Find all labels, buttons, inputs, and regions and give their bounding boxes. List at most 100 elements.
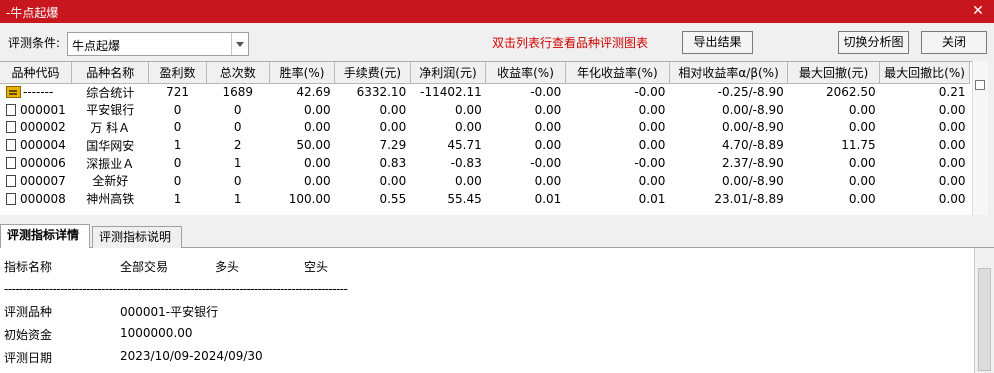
column-header-max-drawdown-ratio[interactable]: 最大回撤比(%) [879,62,970,84]
table-cell-ret: -0.00 [486,83,566,101]
column-header-fee[interactable]: 手续费(元) [334,62,411,84]
export-results-button[interactable]: 导出结果 [682,31,753,54]
column-header-return[interactable]: 收益率(%) [485,62,566,84]
detail-value-symbol: 000001-平安银行 [120,305,219,319]
cell-text: 0.21 [938,85,966,100]
table-cell-name: 神州高铁 [71,190,149,208]
cell-text: 0 [173,102,182,117]
table-cell-profit: 0.00 [410,172,486,190]
cell-text: 0 [233,102,242,117]
table-cell-winrate: 0.00 [269,172,334,190]
tab-indicator-explanation[interactable]: 评测指标说明 [92,226,182,248]
column-header-code[interactable]: 品种代码 [0,62,72,84]
document-icon [6,174,16,187]
table-cell-profit: -0.83 [410,154,486,172]
cell-text: 55.45 [447,191,482,206]
window-close-icon[interactable]: ✕ [970,2,986,20]
table-row[interactable]: 000001 平安银行 0 0 0.00 0.00 0.00 0.00 0.00 0.00/-8.… [0,101,970,119]
table-cell-total: 1 [206,154,269,172]
detail-value-date: 2023/10/09-2024/09/30 [120,349,263,363]
table-cell-ret: 0.01 [486,190,566,208]
cell-text: 2062.50 [825,85,876,100]
table-cell-maxdd: 11.75 [788,136,880,154]
detail-panel[interactable]: 指标名称 全部交易 多头 空头 ------------------------… [0,248,974,373]
cell-text: -0.00 [634,85,666,100]
table-cell-wins: 1 [149,190,206,208]
detail-header-long: 多头 [215,260,240,274]
table-cell-total: 2 [206,136,269,154]
table-cell-winrate: 0.00 [269,154,334,172]
cell-text: 0.00 [534,138,562,153]
cell-text: 0.00 [455,173,482,188]
table-cell-relative: -0.25/-8.90 [669,83,787,101]
column-header-total[interactable]: 总次数 [206,62,270,84]
cell-text: 0.00 [848,173,876,188]
table-cell-winrate: 100.00 [269,190,334,208]
table-cell-fee: 6332.10 [335,83,411,101]
column-header-relative-return[interactable]: 相对收益率α/β(%) [669,62,789,84]
table-cell-relative: 2.37/-8.90 [669,154,787,172]
table-cell-ret: 0.00 [486,119,566,137]
cell-text: 0 [173,156,182,171]
cell-text: 0.00 [534,102,562,117]
main-window: -牛点起爆 ✕ 评测条件: 牛点起爆 双击列表行查看品种评测图表 导出结果 切换… [0,0,994,373]
cell-text: 2 [233,138,242,153]
table-cell-fee: 0.00 [335,101,411,119]
column-header-name[interactable]: 品种名称 [71,62,150,84]
cell-text: 0.00 [638,120,666,135]
cell-text: 0.00 [303,156,331,171]
results-table[interactable]: 品种代码 品种名称 盈利数 总次数 胜率(%) 手续费(元) 净利润(元) 收益… [0,61,972,215]
cell-text: 0.00 [848,120,876,135]
chevron-down-icon[interactable] [231,33,248,55]
column-header-wins[interactable]: 盈利数 [148,62,207,84]
detail-scrollbar[interactable] [974,248,994,373]
table-row[interactable]: ------- 综合统计 721 1689 42.69 6332.10 -11402.11 -… [0,83,970,101]
cell-text: 0.00 [303,120,331,135]
table-cell-relative: 0.00/-8.90 [669,172,787,190]
table-cell-relative: 23.01/-8.89 [669,190,787,208]
tab-indicator-details[interactable]: 评测指标详情 [0,224,90,249]
table-cell-ret: 0.00 [486,136,566,154]
table-row[interactable]: 000006 深振业Ａ 0 1 0.00 0.83 -0.83 -0.00 -0.00 2.37/… [0,154,970,172]
cell-text: 0.00 [379,173,407,188]
cell-text: 0.55 [379,191,407,206]
cell-text: 0.00/-8.90 [721,120,784,135]
table-cell-total: 0 [206,172,269,190]
table-cell-annual: -0.00 [565,154,669,172]
table-corner-checkbox[interactable] [975,80,985,90]
column-header-max-drawdown[interactable]: 最大回撤(元) [787,62,881,84]
column-header-profit[interactable]: 净利润(元) [410,62,487,84]
cell-text: 0.00/-8.90 [721,173,784,188]
column-header-winrate[interactable]: 胜率(%) [269,62,336,84]
table-cell-maxddr: 0.00 [880,101,970,119]
condition-select[interactable]: 牛点起爆 [67,32,249,56]
table-cell-maxdd: 0.00 [788,119,880,137]
table-cell-maxddr: 0.00 [880,136,970,154]
title-bar: -牛点起爆 ✕ [0,0,994,23]
table-row[interactable]: 000008 神州高铁 1 1 100.00 0.55 55.45 0.01 0.01 23.01… [0,190,970,208]
table-row[interactable]: 000007 全新好 0 0 0.00 0.00 0.00 0.00 0.00 0.00/-8.9… [0,172,970,190]
detail-scrollbar-thumb[interactable] [978,268,991,371]
cell-text: 11.75 [841,138,876,153]
table-cell-code: ------- [0,83,71,101]
close-button[interactable]: 关闭 [921,31,987,54]
cell-text: 23.01/-8.89 [714,191,784,206]
cell-text: 721 [166,85,189,100]
switch-chart-button[interactable]: 切换分析图 [838,31,909,54]
cell-text: 全新好 [92,174,129,189]
table-cell-name: 平安银行 [71,101,149,119]
cell-text: 万 科Ａ [90,120,131,135]
table-cell-maxdd: 0.00 [788,154,880,172]
cell-text: 0.00 [938,173,966,188]
cell-text: 0.00 [848,191,876,206]
table-scrollbar[interactable] [972,61,988,215]
document-icon [6,103,16,116]
column-header-annual-return[interactable]: 年化收益率(%) [565,62,670,84]
cell-text: 国华网安 [86,138,135,153]
table-row[interactable]: 000004 国华网安 1 2 50.00 7.29 45.71 0.00 0.00 4.70/-… [0,136,970,154]
cell-text: 1 [233,191,242,206]
table-row[interactable]: 000002 万 科Ａ 0 0 0.00 0.00 0.00 0.00 0.00 0.00/-8.… [0,119,970,137]
table-cell-maxdd: 0.00 [788,172,880,190]
table-cell-profit: 0.00 [410,119,486,137]
cell-text: 0.00 [938,138,966,153]
